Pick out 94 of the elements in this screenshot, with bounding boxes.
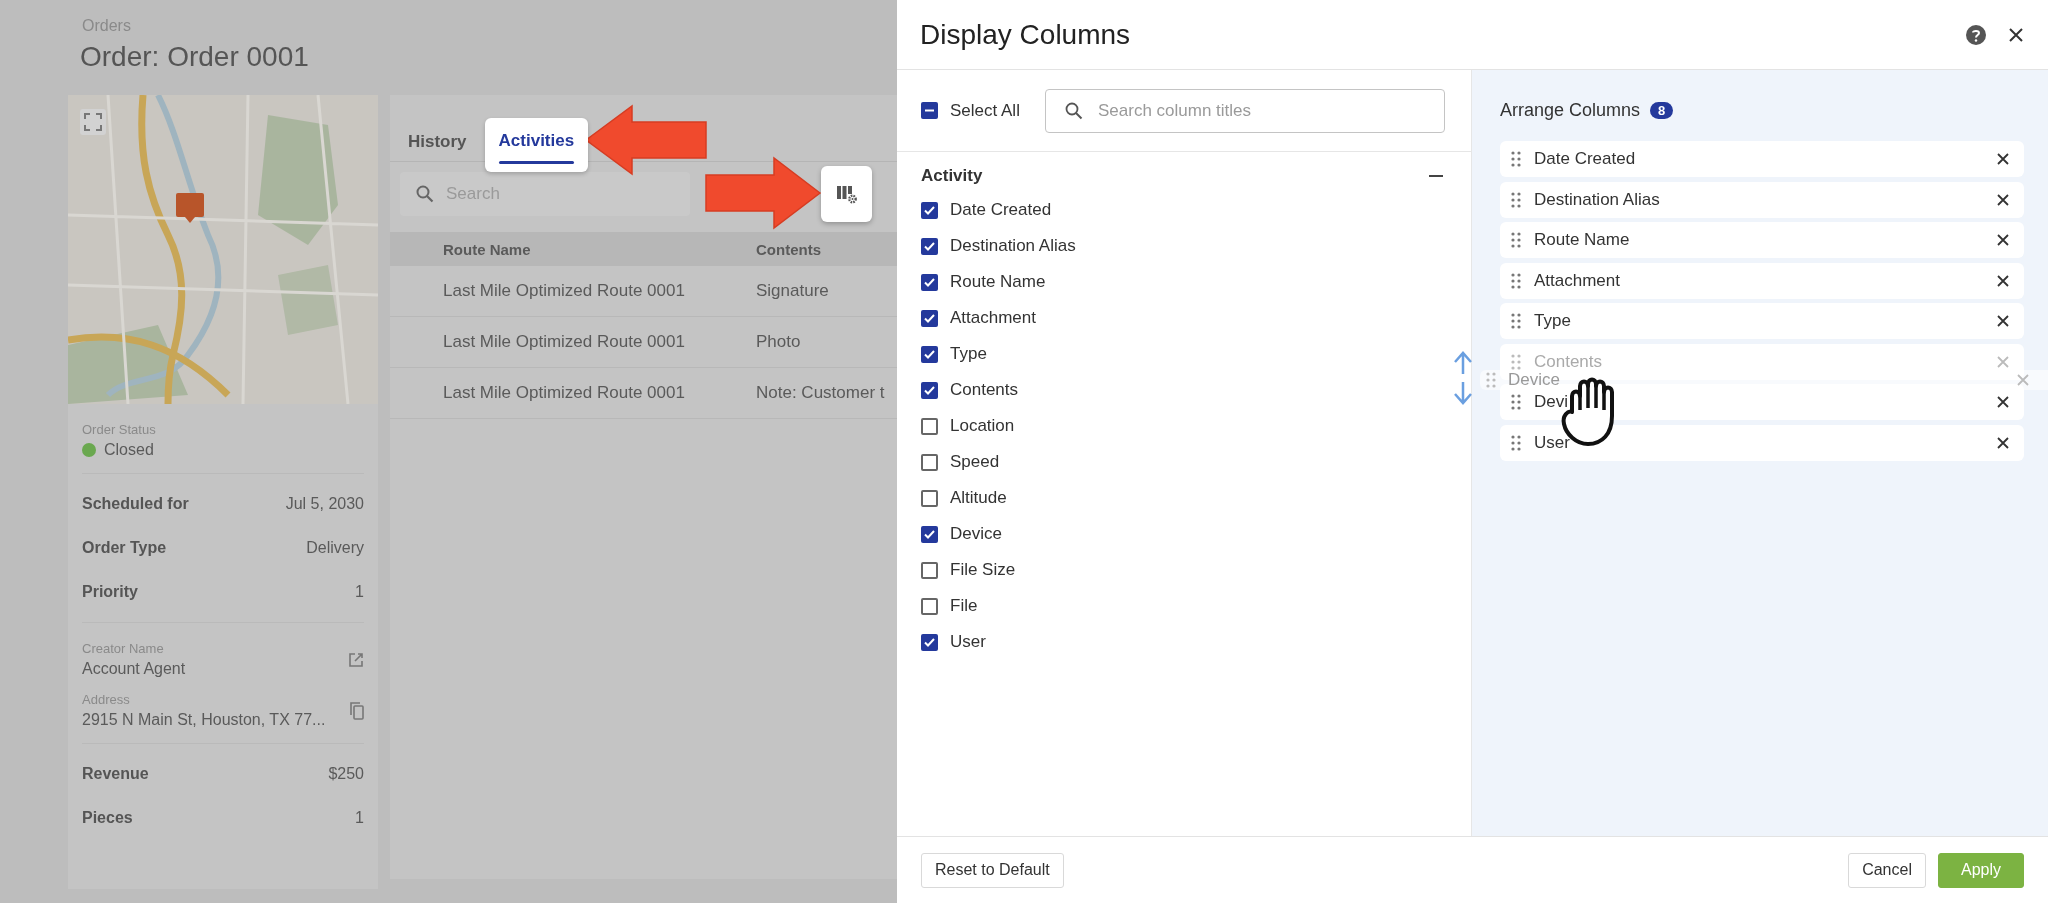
remove-icon[interactable] — [1996, 395, 2010, 409]
search-icon — [416, 185, 434, 203]
column-row[interactable]: Devi — [1500, 384, 2024, 420]
checkbox[interactable] — [921, 633, 938, 651]
section-title: Arrange Columns — [1500, 100, 1641, 121]
checkbox-label[interactable]: Speed — [950, 452, 1000, 472]
checkbox[interactable] — [921, 489, 938, 507]
drag-handle-icon[interactable] — [1511, 313, 1521, 329]
fullscreen-icon[interactable] — [80, 109, 106, 135]
column-row[interactable]: Date Created — [1500, 141, 2024, 177]
checkbox[interactable] — [921, 345, 938, 363]
field-value: 2915 N Main St, Houston, TX 77... — [82, 711, 326, 729]
remove-icon[interactable] — [1996, 152, 2010, 166]
dialog-title: Display Columns — [920, 18, 1132, 51]
field-label: Order Type — [82, 539, 167, 557]
checkbox-label[interactable]: File Size — [950, 560, 1016, 580]
column-row[interactable]: User — [1500, 424, 2024, 461]
column-row[interactable]: Destination Alias — [1500, 181, 2024, 218]
drag-handle-icon[interactable] — [1511, 394, 1521, 410]
up-down-arrows-icon — [1452, 350, 1474, 406]
cancel-button[interactable]: Cancel — [1848, 852, 1926, 888]
drag-handle-icon[interactable] — [1511, 191, 1521, 208]
drag-handle-icon[interactable] — [1511, 434, 1521, 451]
table-cell-text: Last Mile Optimized Route 0001 — [443, 281, 686, 301]
help-icon — [1966, 24, 1986, 45]
field-value: $250 — [328, 765, 364, 783]
search-field[interactable]: Search column titles — [1045, 88, 1445, 133]
table-cell-text: Note: Customer t — [756, 383, 886, 403]
column-row[interactable]: Route Name — [1500, 222, 2024, 258]
remove-icon[interactable] — [1996, 192, 2010, 207]
checkbox-label[interactable]: File — [950, 596, 978, 616]
remove-icon[interactable] — [1996, 273, 2010, 288]
field-label: Pieces — [82, 809, 133, 827]
checkbox-label[interactable]: Altitude — [950, 488, 1007, 508]
field-value: 1 — [355, 809, 364, 827]
reset-button[interactable]: Reset to Default — [921, 852, 1064, 888]
checkbox-label[interactable]: User — [950, 632, 986, 652]
checkbox[interactable] — [921, 381, 938, 399]
column-row[interactable]: Type — [1500, 303, 2024, 339]
checkbox[interactable] — [921, 597, 938, 615]
tab[interactable]: History — [408, 118, 467, 166]
checkbox-label[interactable]: Select All — [950, 100, 1020, 121]
drag-handle-icon[interactable] — [1511, 272, 1521, 289]
checkbox[interactable] — [921, 201, 938, 219]
checkbox[interactable] — [921, 237, 938, 255]
checkbox-label[interactable]: Attachment — [950, 308, 1036, 328]
columns-gear-icon — [835, 184, 858, 204]
checkbox-label[interactable]: Type — [950, 344, 987, 364]
status-value: Closed — [104, 441, 154, 459]
group-title: Activity — [921, 166, 983, 186]
field-label: Revenue — [82, 765, 149, 783]
table-cell-text: Last Mile Optimized Route 0001 — [443, 332, 686, 352]
drag-handle-icon[interactable] — [1486, 372, 1496, 388]
field-label: Scheduled for — [82, 495, 189, 513]
field-label: Order Status — [82, 422, 157, 437]
select-all-checkbox[interactable] — [921, 102, 938, 119]
checkbox[interactable] — [921, 309, 938, 327]
drag-handle-icon[interactable] — [1511, 151, 1521, 167]
column-settings-button[interactable] — [821, 166, 872, 222]
remove-icon[interactable] — [1996, 435, 2010, 450]
drag-handle-icon[interactable] — [1511, 353, 1521, 370]
checkbox-label[interactable]: Date Created — [950, 200, 1052, 220]
remove-icon[interactable] — [1996, 314, 2010, 328]
close-icon — [2008, 26, 2024, 43]
column-row[interactable]: Attachment — [1500, 262, 2024, 299]
field-value: Delivery — [306, 539, 364, 557]
checkbox-label[interactable]: Location — [950, 416, 1015, 436]
checkbox[interactable] — [921, 453, 938, 471]
checkbox-label[interactable]: Contents — [950, 380, 1019, 400]
remove-icon[interactable] — [1996, 233, 2010, 247]
field-label: Creator Name — [82, 641, 165, 656]
help-button[interactable] — [1966, 24, 1986, 45]
checkbox-label[interactable]: Route Name — [950, 272, 1046, 292]
checkbox[interactable] — [921, 273, 938, 291]
checkbox-label[interactable]: Destination Alias — [950, 236, 1076, 256]
close-button[interactable] — [2008, 26, 2024, 43]
search-icon — [1065, 101, 1083, 120]
checkbox[interactable] — [921, 525, 938, 543]
tab[interactable]: Activities — [484, 118, 589, 172]
count-badge: 8 — [1650, 102, 1674, 119]
field-label: Address — [82, 692, 131, 707]
table-cell-text: Signature — [756, 281, 830, 301]
checkbox[interactable] — [921, 561, 938, 579]
checkbox[interactable] — [921, 417, 938, 435]
page-title: Order: Order 0001 — [80, 41, 310, 73]
table-cell-text: Photo — [756, 332, 802, 352]
field-value: 1 — [355, 583, 364, 601]
table-cell-text: Last Mile Optimized Route 0001 — [443, 383, 686, 403]
field-label: Priority — [82, 583, 138, 601]
external-link-icon[interactable] — [348, 651, 364, 668]
field-value: Account Agent — [82, 660, 186, 678]
field-value: Jul 5, 2030 — [285, 495, 364, 513]
drag-handle-icon[interactable] — [1511, 232, 1521, 248]
checkbox-label[interactable]: Device — [950, 524, 1002, 544]
